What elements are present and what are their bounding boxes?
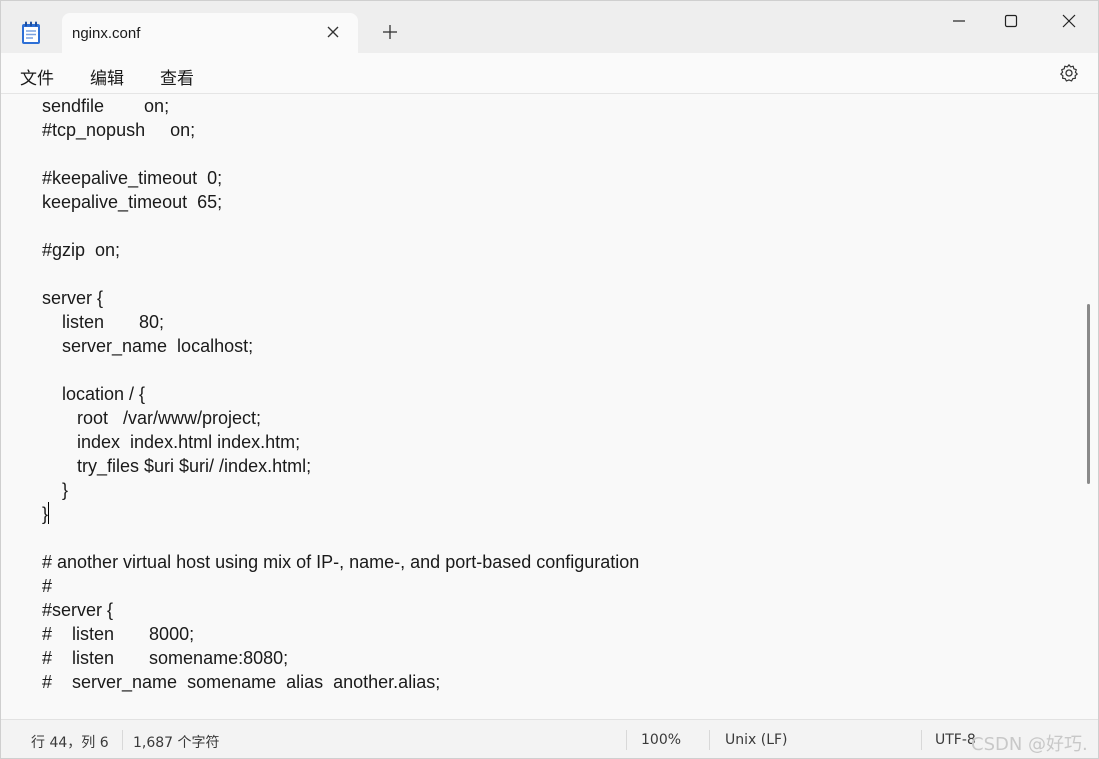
editor-line: sendfile on; (42, 96, 170, 116)
status-divider (709, 730, 710, 750)
minimize-icon (953, 20, 965, 22)
editor-line: # (42, 576, 53, 596)
maximize-icon (1004, 14, 1018, 28)
title-bar[interactable]: nginx.conf (1, 1, 1098, 53)
status-divider (921, 730, 922, 750)
editor-line: server_name localhost; (42, 336, 254, 356)
editor-line: #server { (42, 600, 114, 620)
text-editor[interactable]: sendfile on; #tcp_nopush on; #keepalive_… (1, 94, 1098, 718)
editor-line: server { (42, 288, 104, 308)
editor-line: location / { (42, 384, 146, 404)
maximize-button[interactable] (986, 9, 1036, 33)
close-icon[interactable] (324, 23, 342, 41)
editor-line: #keepalive_timeout 0; (42, 168, 223, 188)
minimize-button[interactable] (934, 9, 984, 33)
plus-icon[interactable] (381, 23, 399, 41)
status-divider (122, 730, 123, 750)
editor-line: #gzip on; (42, 240, 121, 260)
char-count: 1,687 个字符 (133, 735, 220, 751)
menu-bar: 文件 编辑 查看 (1, 53, 1098, 94)
zoom-level[interactable]: 100% (641, 732, 681, 748)
text-caret (48, 502, 49, 524)
editor-line: #tcp_nopush on; (42, 120, 196, 140)
gear-icon[interactable] (1059, 63, 1079, 83)
cursor-position: 行 44，列 6 (31, 735, 109, 751)
notepad-icon (21, 21, 41, 45)
editor-line: root /var/www/project; (42, 408, 262, 428)
status-divider (626, 730, 627, 750)
close-icon (1062, 14, 1076, 28)
tab-nginx-conf[interactable]: nginx.conf (62, 13, 358, 53)
menu-file[interactable]: 文件 (20, 64, 54, 89)
editor-line: # listen 8000; (42, 624, 195, 644)
editor-line: # another virtual host using mix of IP-,… (42, 552, 640, 572)
editor-line: try_files $uri $uri/ /index.html; (42, 456, 312, 476)
editor-line: listen 80; (42, 312, 165, 332)
line-ending[interactable]: Unix (LF) (725, 732, 788, 748)
status-bar: 行 44，列 6 1,687 个字符 100% Unix (LF) UTF-8 … (1, 719, 1098, 758)
editor-line: # listen somename:8080; (42, 648, 289, 668)
editor-line: keepalive_timeout 65; (42, 192, 223, 212)
notepad-window: nginx.conf 文件 编辑 查看 sendfile on; #tcp_no… (0, 0, 1099, 759)
vertical-scrollbar[interactable] (1087, 304, 1090, 484)
encoding[interactable]: UTF-8 (935, 732, 976, 748)
editor-line: # server_name somename alias another.ali… (42, 672, 441, 692)
watermark: CSDN @好巧. (971, 734, 1088, 755)
editor-line: } (42, 480, 69, 500)
tab-title: nginx.conf (72, 25, 141, 42)
editor-line: index index.html index.htm; (42, 432, 301, 452)
menu-edit[interactable]: 编辑 (90, 64, 124, 89)
close-window-button[interactable] (1044, 9, 1094, 33)
menu-view[interactable]: 查看 (160, 64, 194, 89)
